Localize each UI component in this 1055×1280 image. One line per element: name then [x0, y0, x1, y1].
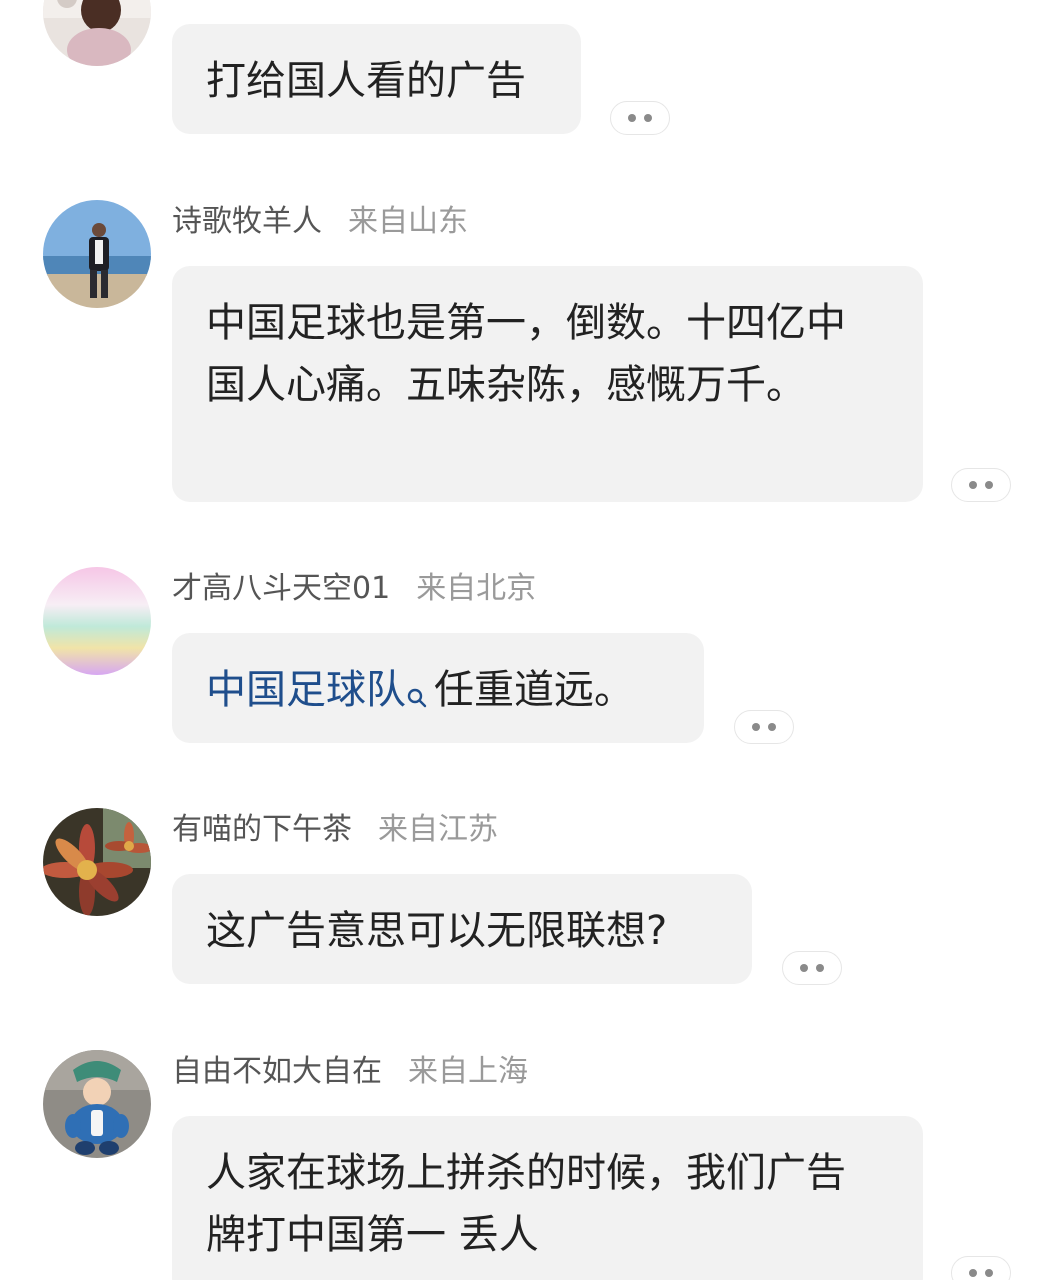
location-label: 来自江苏 [378, 812, 498, 847]
child-photo-avatar-icon [43, 0, 151, 66]
location-label: 来自上海 [408, 1054, 528, 1089]
cartoon-figure-avatar-icon [43, 1050, 151, 1158]
comment-meta: 自由不如大自在 来自上海 [172, 1050, 528, 1094]
avatar[interactable] [43, 200, 151, 308]
comment-text: 任重道远。 [434, 667, 634, 713]
comment-meta: 诗歌牧羊人 来自山东 [172, 200, 468, 244]
avatar[interactable] [43, 808, 151, 916]
comment-text: 人家在球场上拼杀的时候，我们广告牌打中国第一 丢人 [206, 1150, 846, 1258]
username[interactable]: 诗歌牧羊人 [172, 204, 322, 239]
more-dot-icon [985, 1269, 993, 1277]
topic-link[interactable]: 中国足球队 [206, 667, 406, 713]
reaction-button[interactable] [951, 1256, 1011, 1280]
reaction-button[interactable] [951, 468, 1011, 502]
comment-meta: 才高八斗天空01 来自北京 [172, 567, 536, 611]
comment-bubble[interactable]: 人家在球场上拼杀的时候，我们广告牌打中国第一 丢人 [172, 1116, 923, 1280]
comment-bubble[interactable]: 打给国人看的广告 [172, 24, 581, 134]
succulent-plant-avatar-icon [43, 808, 151, 916]
username[interactable]: 自由不如大自在 [172, 1054, 382, 1089]
more-dot-icon [644, 114, 652, 122]
username[interactable]: 有喵的下午茶 [172, 812, 352, 847]
comment-list: 打给国人看的广告 诗歌牧羊人 来自山东 中国足球也是第一，倒数。十四亿中国人心痛… [0, 0, 1055, 1280]
avatar[interactable] [43, 1050, 151, 1158]
reaction-button[interactable] [734, 710, 794, 744]
more-dot-icon [768, 723, 776, 731]
comment-text: 打给国人看的广告 [206, 58, 526, 104]
avatar[interactable] [43, 567, 151, 675]
comment-bubble[interactable]: 这广告意思可以无限联想? [172, 874, 752, 984]
search-icon[interactable] [406, 665, 428, 727]
more-dot-icon [969, 1269, 977, 1277]
beach-man-photo-avatar-icon [43, 200, 151, 308]
more-dot-icon [969, 481, 977, 489]
location-label: 来自山东 [348, 204, 468, 239]
comment-text: 中国足球也是第一，倒数。十四亿中国人心痛。五味杂陈，感慨万千。 [206, 300, 846, 408]
gradient-avatar-icon [43, 567, 151, 675]
comment-text: 这广告意思可以无限联想? [206, 908, 668, 954]
more-dot-icon [628, 114, 636, 122]
comment-bubble[interactable]: 中国足球队 任重道远。 [172, 633, 704, 743]
more-dot-icon [752, 723, 760, 731]
avatar[interactable] [43, 0, 151, 66]
username[interactable]: 才高八斗天空01 [172, 571, 390, 606]
more-dot-icon [985, 481, 993, 489]
location-label: 来自北京 [416, 571, 537, 606]
more-dot-icon [800, 964, 808, 972]
comment-bubble[interactable]: 中国足球也是第一，倒数。十四亿中国人心痛。五味杂陈，感慨万千。 [172, 266, 923, 502]
more-dot-icon [816, 964, 824, 972]
comment-meta: 有喵的下午茶 来自江苏 [172, 808, 498, 852]
reaction-button[interactable] [610, 101, 670, 135]
reaction-button[interactable] [782, 951, 842, 985]
